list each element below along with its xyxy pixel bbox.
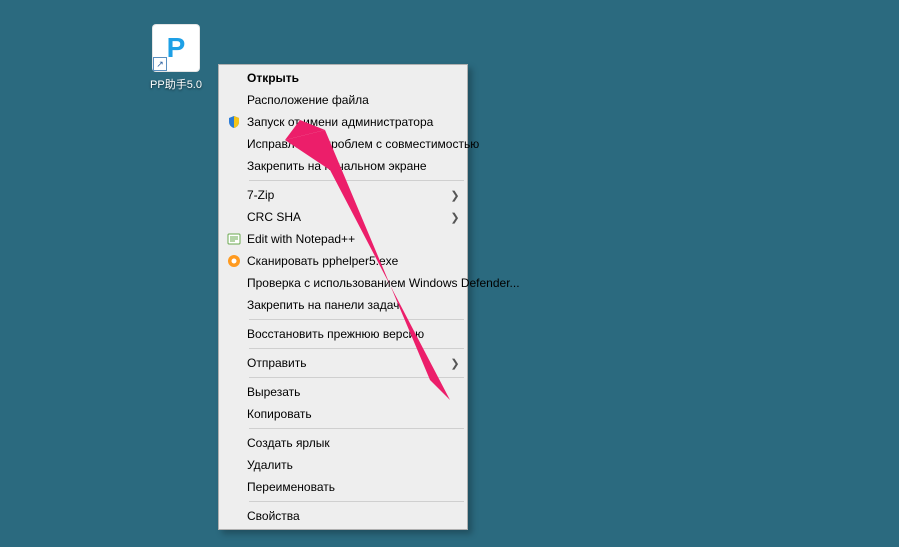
submenu-arrow-icon: ❯ [445, 357, 465, 370]
menu-item-label: Закрепить на начальном экране [247, 160, 465, 172]
menu-separator [249, 428, 464, 429]
menu-item[interactable]: Переименовать [221, 476, 465, 498]
menu-separator [249, 501, 464, 502]
menu-item-label: Сканировать pphelper5.exe [247, 255, 465, 267]
context-menu: Открыть Расположение файла Запуск от имени… [218, 64, 468, 530]
notepadpp-icon [221, 232, 247, 246]
menu-item-label: Копировать [247, 408, 465, 420]
menu-item[interactable]: Восстановить прежнюю версию [221, 323, 465, 345]
menu-item[interactable]: Свойства [221, 505, 465, 527]
menu-item-label: Расположение файла [247, 94, 465, 106]
menu-item[interactable]: Edit with Notepad++ [221, 228, 465, 250]
menu-item[interactable]: Сканировать pphelper5.exe [221, 250, 465, 272]
menu-separator [249, 377, 464, 378]
menu-item[interactable]: 7-Zip❯ [221, 184, 465, 206]
menu-item-label: Запуск от имени администратора [247, 116, 465, 128]
shortcut-arrow-icon: ↗ [153, 57, 167, 71]
menu-item-label: 7-Zip [247, 189, 445, 201]
menu-item[interactable]: Исправление проблем с совместимостью [221, 133, 465, 155]
menu-item[interactable]: Открыть [221, 67, 465, 89]
menu-item[interactable]: Запуск от имени администратора [221, 111, 465, 133]
menu-separator [249, 319, 464, 320]
menu-item-label: Удалить [247, 459, 465, 471]
menu-item[interactable]: Копировать [221, 403, 465, 425]
submenu-arrow-icon: ❯ [445, 211, 465, 224]
menu-item-label: Свойства [247, 510, 465, 522]
avast-icon [221, 254, 247, 268]
menu-item[interactable]: Вырезать [221, 381, 465, 403]
menu-item[interactable]: CRC SHA❯ [221, 206, 465, 228]
menu-item-label: Edit with Notepad++ [247, 233, 465, 245]
app-glyph: P [167, 32, 186, 64]
menu-item-label: Вырезать [247, 386, 465, 398]
menu-item-label: CRC SHA [247, 211, 445, 223]
submenu-arrow-icon: ❯ [445, 189, 465, 202]
menu-item-label: Восстановить прежнюю версию [247, 328, 465, 340]
menu-separator [249, 180, 464, 181]
app-icon: P ↗ [152, 24, 200, 72]
menu-item[interactable]: Отправить❯ [221, 352, 465, 374]
shield-icon [221, 115, 247, 129]
menu-item-label: Переименовать [247, 481, 465, 493]
menu-item[interactable]: Закрепить на панели задач [221, 294, 465, 316]
desktop-shortcut[interactable]: P ↗ PP助手5.0 [148, 24, 204, 92]
desktop-shortcut-label: PP助手5.0 [148, 76, 204, 92]
menu-item[interactable]: Расположение файла [221, 89, 465, 111]
menu-item-label: Исправление проблем с совместимостью [247, 138, 479, 150]
menu-item-label: Проверка с использованием Windows Defend… [247, 277, 520, 289]
menu-separator [249, 348, 464, 349]
menu-item-label: Открыть [247, 72, 465, 84]
menu-item-label: Отправить [247, 357, 445, 369]
menu-item-label: Закрепить на панели задач [247, 299, 465, 311]
menu-item-label: Создать ярлык [247, 437, 465, 449]
menu-item[interactable]: Удалить [221, 454, 465, 476]
menu-item[interactable]: Закрепить на начальном экране [221, 155, 465, 177]
menu-item[interactable]: Проверка с использованием Windows Defend… [221, 272, 465, 294]
menu-item[interactable]: Создать ярлык [221, 432, 465, 454]
